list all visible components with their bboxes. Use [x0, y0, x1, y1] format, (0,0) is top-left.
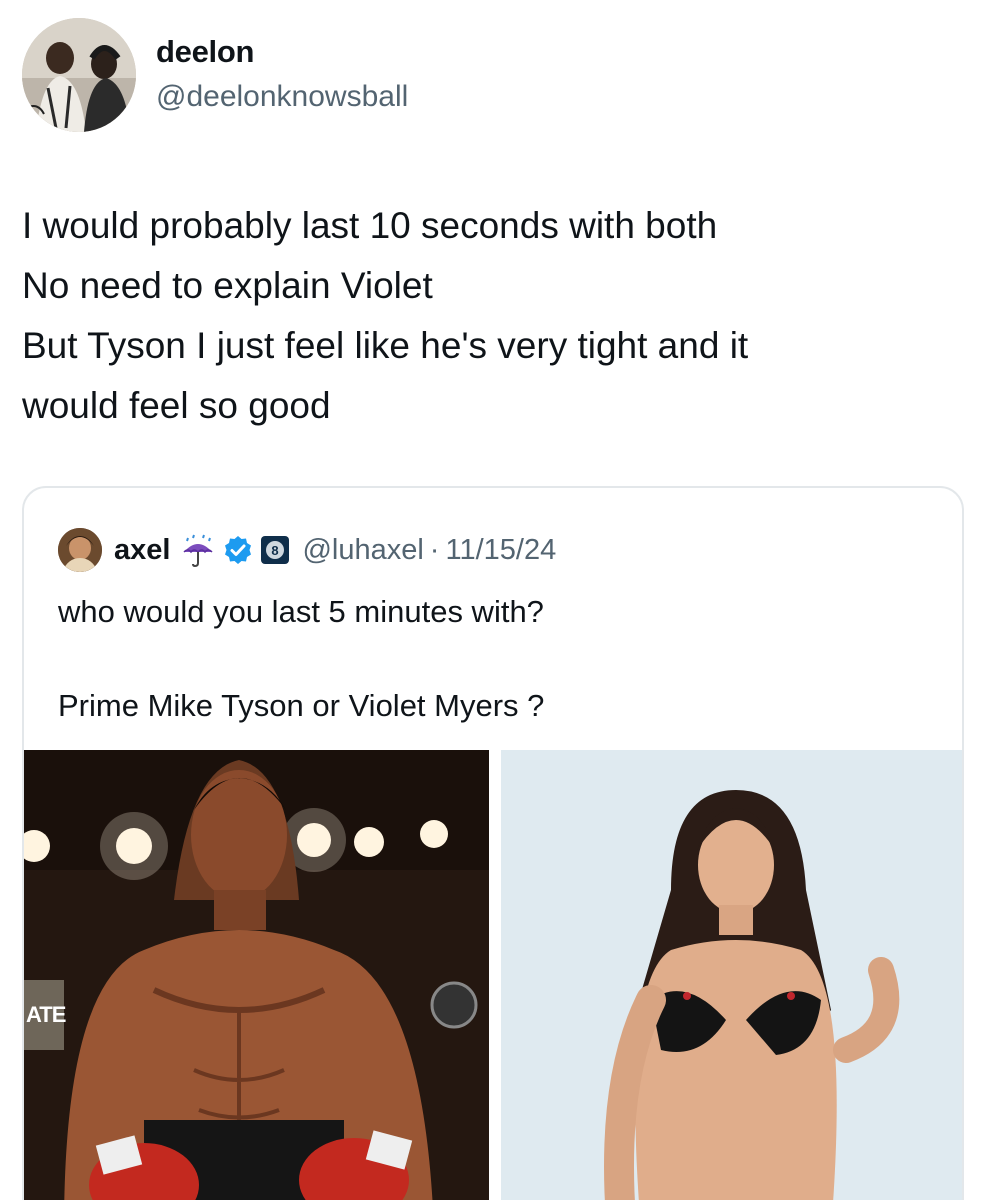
- quoted-author-handle[interactable]: @luhaxel: [302, 534, 423, 567]
- tweet-text-line: No need to explain Violet: [22, 265, 433, 306]
- quoted-tweet-header: axel 8 @luhaxel · 11/15/24: [58, 528, 556, 572]
- author-handle[interactable]: @deelonknowsball: [156, 80, 408, 114]
- profile-photo-avatar: [22, 18, 136, 132]
- quoted-author-avatar[interactable]: [58, 528, 102, 572]
- tweet-text-line: I would probably last 10 seconds with bo…: [22, 205, 718, 246]
- quoted-avatar-photo: [58, 528, 102, 572]
- quoted-tweet-text: Prime Mike Tyson or Violet Myers ?: [58, 688, 545, 723]
- quoted-tweet-date[interactable]: 11/15/24: [445, 534, 556, 567]
- quoted-media-grid: ATE: [24, 750, 962, 1200]
- media-image-right[interactable]: [501, 750, 962, 1200]
- tweet-text-line: would feel so good: [22, 385, 331, 426]
- tweet: deelon @deelonknowsball I would probably…: [0, 0, 987, 1200]
- affiliate-badge-icon: 8: [261, 536, 290, 564]
- quoted-author-name[interactable]: axel: [114, 534, 170, 567]
- separator-dot: ·: [429, 533, 440, 566]
- author-avatar[interactable]: [22, 18, 136, 132]
- ring-sign-text: ATE: [26, 1002, 66, 1027]
- verified-badge-icon: [225, 536, 252, 564]
- tweet-text-line: But Tyson I just feel like he's very tig…: [22, 325, 749, 366]
- umbrella-rain-icon: [183, 534, 213, 568]
- media-image-left[interactable]: ATE: [24, 750, 489, 1200]
- woman-photo: [501, 750, 962, 1200]
- boxer-photo: [24, 750, 489, 1200]
- quoted-tweet-text: who would you last 5 minutes with?: [58, 594, 544, 629]
- author-display-name[interactable]: deelon: [156, 34, 254, 70]
- tweet-text: I would probably last 10 seconds with bo…: [22, 196, 952, 436]
- svg-text:8: 8: [272, 543, 279, 558]
- quoted-tweet-card[interactable]: axel 8 @luhaxel · 11/15/24 who would you…: [22, 486, 964, 1200]
